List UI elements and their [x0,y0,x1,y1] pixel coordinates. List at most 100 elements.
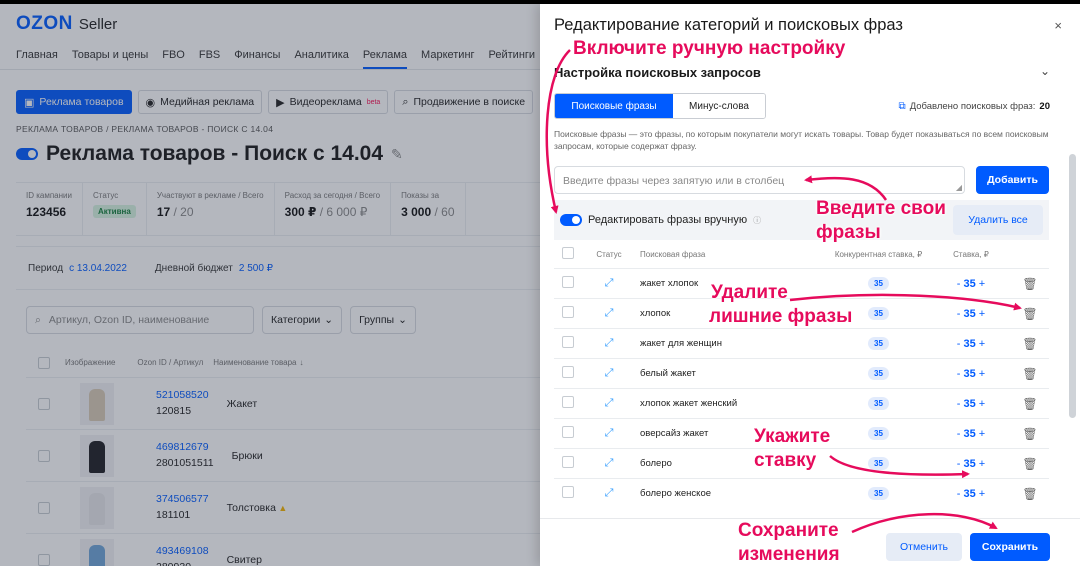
row-checkbox[interactable] [562,336,574,348]
competitor-cell: 35 [826,397,931,410]
row-checkbox[interactable] [562,276,574,288]
row-checkbox[interactable] [562,426,574,438]
resize-handle-icon[interactable]: ◢ [956,183,962,192]
select-all-phrases-checkbox[interactable] [562,247,574,259]
decrement-button[interactable]: - [957,428,964,440]
increment-button[interactable]: + [976,398,985,410]
phrase-row: ⤢ белый жакет 35- 35 + 🗑 [554,358,1049,388]
trash-icon[interactable]: 🗑 [1022,487,1037,501]
add-button[interactable]: Добавить [976,166,1049,194]
increment-button[interactable]: + [976,428,985,440]
trash-icon[interactable]: 🗑 [1022,427,1037,441]
bid-value[interactable]: 35 [964,338,976,350]
trash-icon[interactable]: 🗑 [1022,397,1037,411]
increment-button[interactable]: + [976,368,985,380]
header-checkbox-cell [554,247,578,261]
bid-stepper[interactable]: - 35 + [931,458,1011,470]
actions-cell: 🗑 [1011,307,1049,321]
trash-icon[interactable]: 🗑 [1022,277,1037,291]
tab-search-phrases[interactable]: Поисковые фразы [555,94,673,118]
delete-all-button[interactable]: Удалить все [953,205,1043,235]
row-checkbox[interactable] [562,486,574,498]
chevron-down-icon[interactable]: ⌄ [1040,64,1050,78]
actions-cell: 🗑 [1011,277,1049,291]
status-cell: ⤢ [578,397,640,410]
increment-button[interactable]: + [976,338,985,350]
decrement-button[interactable]: - [957,458,964,470]
tab-minus-words[interactable]: Минус-слова [673,94,765,118]
bid-stepper[interactable]: - 35 + [931,488,1011,500]
bid-value[interactable]: 35 [964,488,976,500]
increment-button[interactable]: + [976,308,985,320]
added-label: Добавлено поисковых фраз: [909,101,1036,112]
seller-page: OZON Seller Главная Товары и цены FBO FBS Фи… [0,4,545,566]
edit-panel: Редактирование категорий и поисковых фра… [540,4,1080,566]
phrase-input[interactable]: Введите фразы через запятую или в столбе… [554,166,965,194]
row-checkbox[interactable] [562,306,574,318]
phrase-text: болеро женское [640,488,712,499]
actions-cell: 🗑 [1011,397,1049,411]
status-cell: ⤢ [578,367,640,380]
increment-button[interactable]: + [976,488,985,500]
status-cell: ⤢ [578,487,640,500]
actions-cell: 🗑 [1011,487,1049,501]
annotation-bid-line2: ставку [754,450,817,471]
manual-edit-toggle[interactable] [560,214,582,226]
competitor-cell: 35 [826,427,931,440]
bid-value[interactable]: 35 [964,458,976,470]
decrement-button[interactable]: - [957,398,964,410]
competitor-bid-pill: 35 [868,307,889,320]
increment-button[interactable]: + [976,458,985,470]
annotation-enter-line1: Введите свои [816,198,946,219]
checkbox-cell [554,426,578,441]
bid-stepper[interactable]: - 35 + [931,308,1011,320]
increment-button[interactable]: + [976,278,985,290]
status-icon: ⤢ [604,427,614,439]
decrement-button[interactable]: - [957,368,964,380]
overlay-dim[interactable] [0,4,545,566]
checkbox-cell [554,276,578,291]
row-checkbox[interactable] [562,396,574,408]
copy-icon: ⧉ [898,101,906,112]
col-status: Статус [596,249,622,259]
actions-cell: 🗑 [1011,457,1049,471]
scrollbar[interactable] [1069,154,1076,418]
bid-stepper[interactable]: - 35 + [931,368,1011,380]
bid-value[interactable]: 35 [964,368,976,380]
bid-stepper[interactable]: - 35 + [931,338,1011,350]
row-checkbox[interactable] [562,366,574,378]
annotation-manual: Включите ручную настройку [573,38,846,59]
bid-value[interactable]: 35 [964,278,976,290]
decrement-button[interactable]: - [957,488,964,500]
bid-stepper[interactable]: - 35 + [931,398,1011,410]
col-bid: Ставка, ₽ [953,249,989,259]
trash-icon[interactable]: 🗑 [1022,337,1037,351]
competitor-cell: 35 [826,337,931,350]
status-icon: ⤢ [604,397,614,409]
bid-stepper[interactable]: - 35 + [931,428,1011,440]
decrement-button[interactable]: - [957,338,964,350]
decrement-button[interactable]: - [957,308,964,320]
checkbox-cell [554,456,578,471]
section-title[interactable]: Настройка поисковых запросов [554,65,761,80]
info-icon[interactable]: ⓘ [753,215,761,226]
row-checkbox[interactable] [562,456,574,468]
close-icon[interactable]: × [1054,18,1062,33]
trash-icon[interactable]: 🗑 [1022,457,1037,471]
phrases-table-body: ⤢ жакет хлопок 35- 35 + 🗑 ⤢ хлопок 35- 35 + 🗑 ⤢ ж… [554,268,1049,508]
trash-icon[interactable]: 🗑 [1022,367,1037,381]
bid-value[interactable]: 35 [964,398,976,410]
cancel-button[interactable]: Отменить [886,533,962,561]
status-icon: ⤢ [604,367,614,379]
bid-stepper[interactable]: - 35 + [931,278,1011,290]
status-cell: ⤢ [578,457,640,470]
panel-title: Редактирование категорий и поисковых фра… [554,16,903,34]
checkbox-cell [554,366,578,381]
bid-value[interactable]: 35 [964,308,976,320]
bid-value[interactable]: 35 [964,428,976,440]
decrement-button[interactable]: - [957,278,964,290]
status-icon: ⤢ [604,337,614,349]
trash-icon[interactable]: 🗑 [1022,307,1037,321]
save-button[interactable]: Сохранить [970,533,1050,561]
annotation-save-line2: изменения [738,544,840,565]
